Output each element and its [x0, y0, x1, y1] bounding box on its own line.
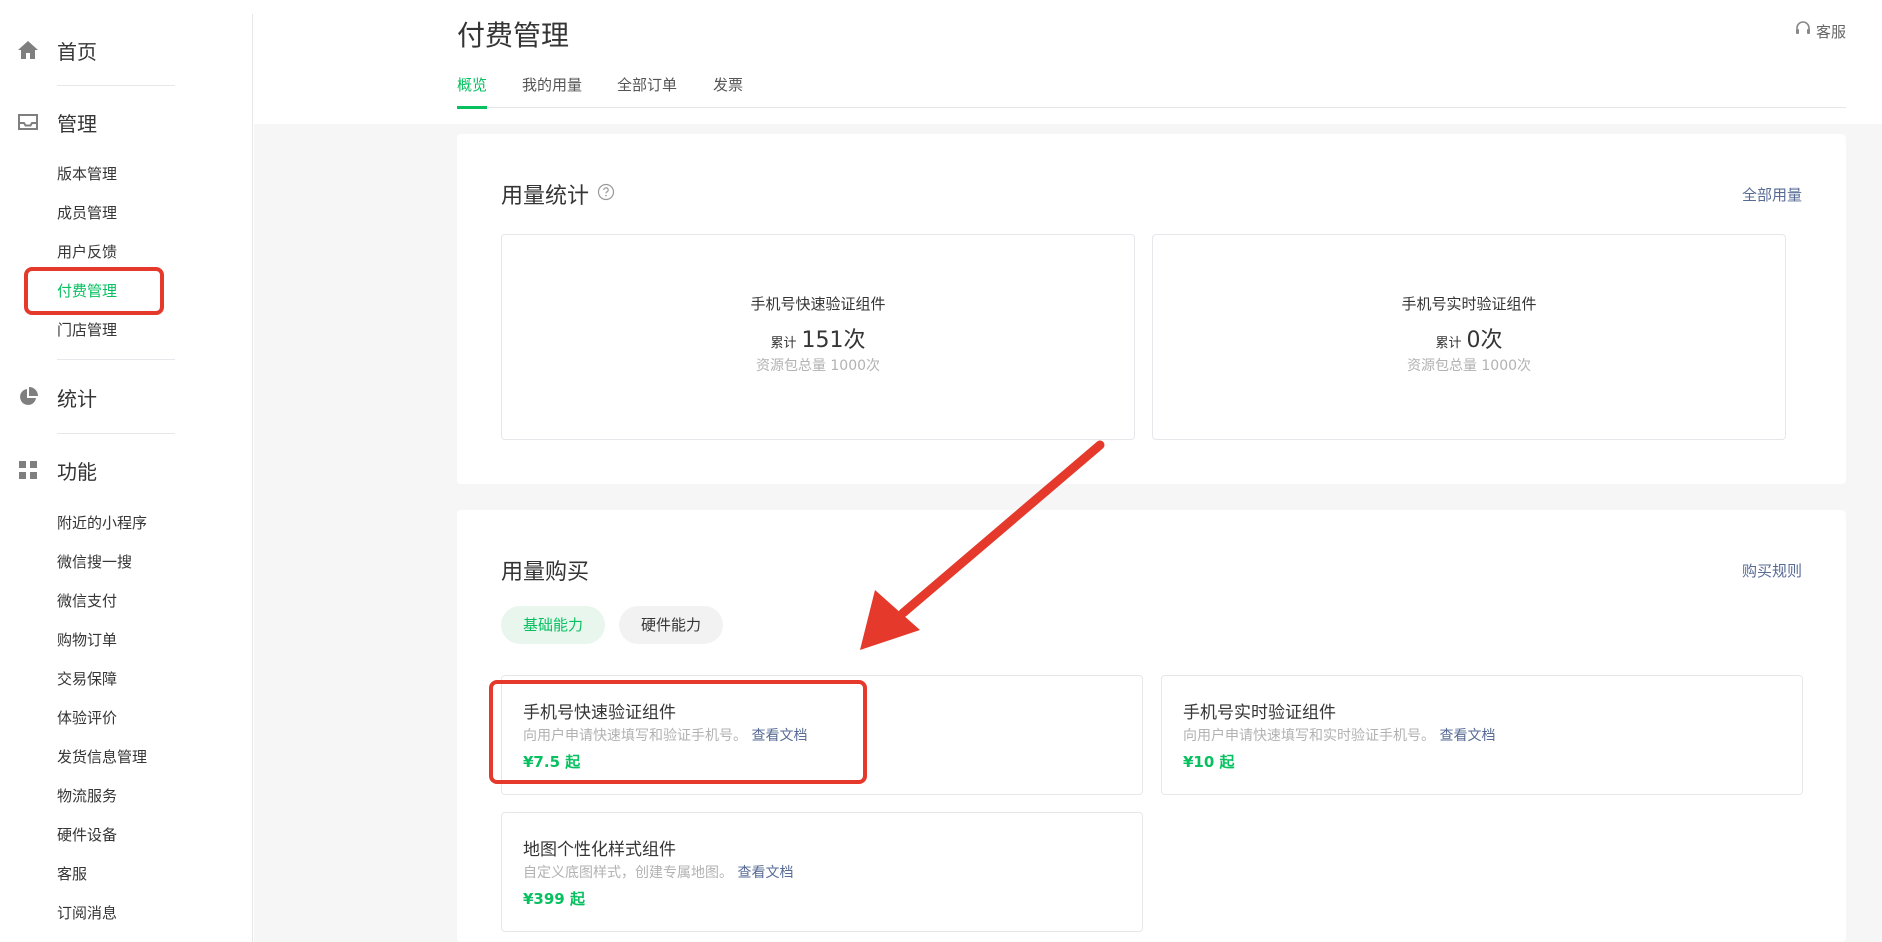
sidebar-divider [57, 359, 175, 360]
view-docs-link[interactable]: 查看文档 [737, 865, 793, 881]
view-docs-link[interactable]: 查看文档 [751, 728, 807, 744]
headset-icon [1794, 20, 1812, 42]
sidebar-item-review[interactable]: 体验评价 [57, 706, 117, 730]
usage-card-value: 0次 [1466, 328, 1503, 353]
view-docs-link[interactable]: 查看文档 [1439, 728, 1495, 744]
sidebar-item-stores[interactable]: 门店管理 [57, 318, 117, 342]
tab-all-orders[interactable]: 全部订单 [617, 74, 677, 108]
usage-card: 手机号实时验证组件 累计 0次 资源包总量 1000次 [1152, 234, 1786, 440]
product-card[interactable]: 手机号实时验证组件 向用户申请快速填写和实时验证手机号。 查看文档 ¥10 起 [1161, 675, 1803, 795]
product-price: ¥399 起 [523, 890, 585, 908]
product-card[interactable]: 手机号快速验证组件 向用户申请快速填写和验证手机号。 查看文档 ¥7.5 起 [501, 675, 1143, 795]
sidebar-item-members[interactable]: 成员管理 [57, 201, 117, 225]
sidebar-item-service[interactable]: 客服 [57, 862, 87, 886]
usage-card: 手机号快速验证组件 累计 151次 资源包总量 1000次 [501, 234, 1135, 440]
sidebar-item-subscribe[interactable]: 订阅消息 [57, 901, 117, 925]
pie-chart-icon [16, 385, 40, 409]
product-desc-text: 向用户申请快速填写和实时验证手机号。 [1183, 728, 1435, 744]
sidebar-item-search[interactable]: 微信搜一搜 [57, 550, 132, 574]
usage-purchase-panel: 用量购买 购买规则 基础能力 硬件能力 手机号快速验证组件 向用户申请快速填写和… [457, 510, 1846, 942]
tab-invoice[interactable]: 发票 [713, 74, 743, 108]
usage-stats-title-text: 用量统计 [501, 184, 590, 209]
product-card[interactable]: 地图个性化样式组件 自定义底图样式，创建专属地图。 查看文档 ¥399 起 [501, 812, 1143, 932]
product-name: 地图个性化样式组件 [523, 840, 676, 860]
usage-card-value: 151次 [801, 328, 866, 353]
usage-card-name: 手机号实时验证组件 [1401, 295, 1537, 313]
tab-bar: 概览 我的用量 全部订单 发票 [457, 66, 1846, 109]
all-usage-link[interactable]: 全部用量 [1742, 184, 1802, 205]
page-title: 付费管理 [457, 19, 570, 52]
help-circle-icon[interactable] [597, 182, 615, 207]
usage-stats-panel: 用量统计 全部用量 手机号快速验证组件 累计 151次 资源包总量 1000次 … [457, 134, 1846, 484]
sidebar-item-nearby[interactable]: 附近的小程序 [57, 511, 147, 535]
sidebar-features-label: 功能 [57, 459, 97, 484]
usage-stats-title: 用量统计 [501, 178, 615, 210]
product-desc-text: 自定义底图样式，创建专属地图。 [523, 865, 733, 881]
sidebar-item-feedback[interactable]: 用户反馈 [57, 240, 117, 264]
product-name: 手机号实时验证组件 [1183, 703, 1336, 723]
page: 首页 管理 版本管理 成员管理 用户反馈 付费管理 门店管理 统计 功能 附近的… [0, 0, 1882, 942]
sidebar-item-orders[interactable]: 购物订单 [57, 628, 117, 652]
usage-purchase-title: 用量购买 [501, 560, 590, 585]
tab-my-usage[interactable]: 我的用量 [522, 74, 582, 108]
usage-card-count: 累计 0次 [1153, 322, 1785, 354]
chip-hardware[interactable]: 硬件能力 [619, 606, 724, 644]
usage-card-count: 累计 151次 [502, 322, 1134, 354]
home-icon [16, 38, 40, 62]
sidebar-home-label: 首页 [57, 39, 97, 64]
sidebar-stats-label: 统计 [57, 386, 97, 411]
product-description: 向用户申请快速填写和验证手机号。 查看文档 [523, 725, 807, 745]
product-price: ¥10 起 [1183, 753, 1235, 771]
product-description: 自定义底图样式，创建专属地图。 查看文档 [523, 862, 793, 882]
product-description: 向用户申请快速填写和实时验证手机号。 查看文档 [1183, 725, 1495, 745]
sidebar-manage-label: 管理 [57, 111, 97, 136]
usage-card-total: 资源包总量 1000次 [1406, 358, 1532, 374]
sidebar-item-protection[interactable]: 交易保障 [57, 667, 117, 691]
sidebar-item-version[interactable]: 版本管理 [57, 162, 117, 186]
grid-icon [16, 458, 40, 482]
support-link[interactable]: 客服 [1794, 20, 1846, 42]
sidebar-item-pay[interactable]: 微信支付 [57, 589, 117, 613]
sidebar: 首页 管理 版本管理 成员管理 用户反馈 付费管理 门店管理 统计 功能 附近的… [0, 14, 253, 942]
sidebar-divider [57, 433, 175, 434]
inbox-icon [16, 110, 40, 134]
sidebar-divider [57, 85, 175, 86]
chip-basic[interactable]: 基础能力 [501, 606, 606, 644]
purchase-rules-link[interactable]: 购买规则 [1742, 560, 1802, 581]
product-desc-text: 向用户申请快速填写和验证手机号。 [523, 728, 747, 744]
sidebar-item-logistics[interactable]: 物流服务 [57, 784, 117, 808]
product-name: 手机号快速验证组件 [523, 703, 676, 723]
usage-card-prefix: 累计 [770, 336, 797, 351]
usage-card-name: 手机号快速验证组件 [750, 295, 886, 313]
tab-overview[interactable]: 概览 [457, 74, 488, 109]
usage-card-prefix: 累计 [1435, 336, 1462, 351]
sidebar-item-hardware[interactable]: 硬件设备 [57, 823, 117, 847]
product-price: ¥7.5 起 [523, 753, 581, 771]
sidebar-item-shipping[interactable]: 发货信息管理 [57, 745, 147, 769]
support-label: 客服 [1815, 22, 1846, 41]
usage-card-total: 资源包总量 1000次 [755, 358, 881, 374]
sidebar-item-billing[interactable]: 付费管理 [57, 279, 117, 303]
